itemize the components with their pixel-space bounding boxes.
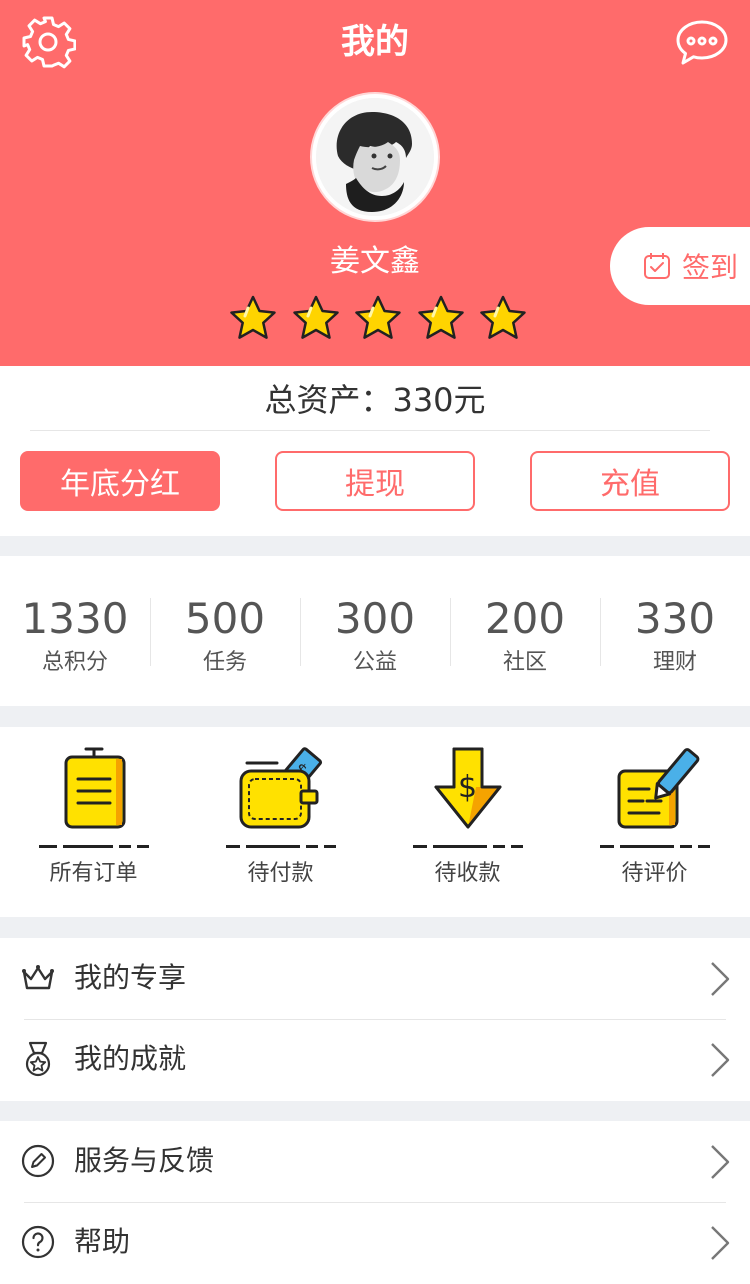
stat-tasks[interactable]: 500 任务 xyxy=(150,556,300,706)
stat-community[interactable]: 200 社区 xyxy=(450,556,600,706)
total-assets-value: 330元 xyxy=(392,381,486,419)
avatar[interactable] xyxy=(310,92,440,222)
chevron-right-icon xyxy=(711,1043,730,1077)
stat-value: 330 xyxy=(634,594,716,643)
total-assets: 总资产：330元 xyxy=(0,380,750,420)
menu-group-1: 我的专享 我的成就 xyxy=(0,938,750,1101)
profile-page: 我的 姜文鑫 签到 总资产：330元 年底分红 提现 充值 1330 总积分 5… xyxy=(0,0,750,1284)
menu-group-2: 服务与反馈 帮助 xyxy=(0,1121,750,1284)
messages-button[interactable] xyxy=(672,12,732,72)
menu-item-feedback[interactable]: 服务与反馈 xyxy=(0,1121,750,1202)
stat-label: 公益 xyxy=(352,650,397,675)
signin-label: 签到 xyxy=(682,251,739,284)
help-icon xyxy=(21,1225,55,1259)
dash-divider xyxy=(225,845,336,848)
feedback-pencil-icon xyxy=(21,1144,55,1178)
stat-label: 社区 xyxy=(502,650,547,675)
withdraw-button[interactable]: 提现 xyxy=(275,451,475,511)
order-pending-receipt[interactable]: $ 待收款 xyxy=(374,727,561,917)
chevron-right-icon xyxy=(711,962,730,996)
order-all[interactable]: 所有订单 xyxy=(0,727,187,917)
orders-row: 所有订单 $ 待付款 $ 待收款 待评价 xyxy=(0,727,750,917)
year-end-bonus-button[interactable]: 年底分红 xyxy=(20,451,220,511)
star-icon xyxy=(230,295,276,339)
recharge-button[interactable]: 充值 xyxy=(530,451,730,511)
stat-value: 500 xyxy=(184,594,266,643)
clipboard-icon xyxy=(64,747,125,829)
assets-section: 总资产：330元 年底分红 提现 充值 xyxy=(0,366,750,536)
total-assets-label: 总资产： xyxy=(264,381,393,419)
stat-points[interactable]: 1330 总积分 xyxy=(0,556,150,706)
dash-divider xyxy=(38,845,149,848)
order-label: 待付款 xyxy=(247,861,314,886)
crown-icon xyxy=(22,965,54,990)
menu-label: 我的专享 xyxy=(74,961,187,994)
menu-label: 服务与反馈 xyxy=(74,1144,215,1177)
dash-divider xyxy=(599,845,710,848)
stats-row: 1330 总积分 500 任务 300 公益 200 社区 330 理财 xyxy=(0,556,750,706)
stat-label: 理财 xyxy=(652,650,697,675)
menu-label: 我的成就 xyxy=(74,1042,187,1075)
order-label: 待收款 xyxy=(434,861,501,886)
order-label: 待评价 xyxy=(621,861,688,886)
calendar-check-icon xyxy=(644,253,670,279)
dash-divider xyxy=(412,845,523,848)
profile-header: 我的 姜文鑫 签到 xyxy=(0,0,750,366)
menu-item-achievements[interactable]: 我的成就 xyxy=(0,1019,750,1100)
medal-icon xyxy=(25,1041,51,1077)
star-icon xyxy=(480,295,526,339)
stat-label: 总积分 xyxy=(41,650,108,675)
menu-label: 帮助 xyxy=(74,1225,131,1258)
rating-stars xyxy=(228,294,528,344)
divider xyxy=(30,430,710,431)
signin-button[interactable]: 签到 xyxy=(610,227,750,305)
star-icon xyxy=(417,295,464,339)
star-icon xyxy=(355,295,401,339)
svg-text:$: $ xyxy=(458,770,477,805)
star-icon xyxy=(292,295,339,339)
stat-value: 1330 xyxy=(21,594,129,643)
stat-value: 200 xyxy=(484,594,566,643)
chevron-right-icon xyxy=(711,1226,730,1260)
menu-item-help[interactable]: 帮助 xyxy=(0,1202,750,1283)
note-pencil-icon xyxy=(617,748,699,829)
order-label: 所有订单 xyxy=(49,861,138,886)
menu-item-exclusive[interactable]: 我的专享 xyxy=(0,938,750,1019)
stat-finance[interactable]: 330 理财 xyxy=(600,556,750,706)
order-pending-payment[interactable]: $ 待付款 xyxy=(187,727,374,917)
download-dollar-icon: $ xyxy=(434,747,501,829)
stat-value: 300 xyxy=(334,594,416,643)
wallet-icon: $ xyxy=(239,747,322,829)
stat-label: 任务 xyxy=(202,650,247,675)
stat-charity[interactable]: 300 公益 xyxy=(300,556,450,706)
avatar-image xyxy=(316,98,434,216)
order-pending-review[interactable]: 待评价 xyxy=(561,727,748,917)
chat-bubble-icon xyxy=(676,20,728,65)
page-title: 我的 xyxy=(341,22,409,62)
chevron-right-icon xyxy=(711,1145,730,1179)
